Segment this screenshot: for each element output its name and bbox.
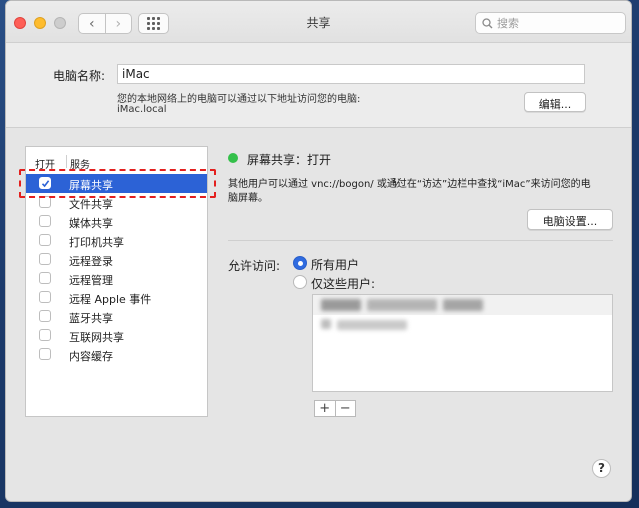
service-checkbox[interactable] [39, 310, 51, 322]
service-row[interactable]: 远程 Apple 事件 [26, 288, 207, 307]
help-button[interactable]: ? [592, 459, 611, 478]
local-address: iMac.local [117, 104, 167, 115]
service-row[interactable]: 媒体共享 [26, 212, 207, 231]
detail-divider [228, 240, 613, 241]
blurred-user-name [337, 320, 407, 330]
radio-all-users[interactable] [293, 256, 307, 270]
service-checkbox[interactable] [39, 234, 51, 246]
blurred-user-name [367, 299, 437, 311]
sharing-window: ‹ › 共享 搜索 电脑名称: iMac 您的本地网络上的电脑可以通过以下地址访… [5, 0, 632, 502]
column-header-open[interactable]: 打开 [35, 156, 55, 171]
service-row[interactable]: 内容缓存 [26, 345, 207, 364]
user-row[interactable] [313, 295, 612, 315]
access-info-line2: 脑屏幕。 [228, 193, 268, 204]
radio-only-these-users[interactable] [293, 275, 307, 289]
service-row[interactable]: 蓝牙共享 [26, 307, 207, 326]
blurred-user-avatar [321, 299, 361, 311]
service-label: 远程登录 [69, 255, 113, 268]
remove-user-button[interactable]: − [334, 401, 356, 416]
service-checkbox[interactable] [39, 348, 51, 360]
checkmark-icon [41, 179, 49, 187]
service-checkbox[interactable] [39, 177, 51, 189]
blurred-user-name [443, 299, 483, 311]
service-label: 互联网共享 [69, 331, 124, 344]
service-row[interactable]: 远程登录 [26, 250, 207, 269]
access-info-line1: 其他用户可以通过 vnc://bogon/ 或通过在“访达”边栏中查找“iMac… [228, 179, 591, 190]
allow-access-label: 允许访问: [228, 259, 281, 273]
service-row[interactable]: 远程管理 [26, 269, 207, 288]
service-status: 屏幕共享：打开 [247, 153, 332, 167]
service-label: 蓝牙共享 [69, 312, 113, 325]
service-label: 远程管理 [69, 274, 113, 287]
service-row[interactable]: 互联网共享 [26, 326, 207, 345]
add-remove-control: + − [314, 400, 356, 417]
computer-settings-button[interactable]: 电脑设置... [527, 209, 613, 230]
service-label: 远程 Apple 事件 [69, 293, 152, 306]
search-icon [482, 17, 493, 28]
status-indicator [228, 153, 238, 163]
add-user-button[interactable]: + [315, 401, 335, 416]
computer-name-label: 电脑名称: [53, 69, 106, 83]
service-label: 屏幕共享 [69, 179, 113, 192]
column-divider [66, 155, 67, 168]
column-header-service[interactable]: 服务 [70, 156, 90, 171]
service-row[interactable]: 屏幕共享 [26, 174, 207, 193]
service-list: 打开 服务 屏幕共享文件共享媒体共享打印机共享远程登录远程管理远程 Apple … [25, 146, 208, 417]
blurred-user-avatar [321, 319, 331, 329]
text-cursor-icon: ⅟ [392, 176, 399, 190]
radio-only-these-users-label[interactable]: 仅这些用户: [311, 275, 375, 292]
computer-name-input[interactable]: iMac [117, 64, 585, 84]
service-row[interactable]: 文件共享 [26, 193, 207, 212]
service-checkbox[interactable] [39, 291, 51, 303]
network-description: 您的本地网络上的电脑可以通过以下地址访问您的电脑: [117, 94, 361, 105]
service-label: 媒体共享 [69, 217, 113, 230]
service-label: 文件共享 [69, 198, 113, 211]
title-bar: ‹ › 共享 搜索 [6, 1, 631, 43]
service-checkbox[interactable] [39, 253, 51, 265]
user-row[interactable] [313, 315, 612, 335]
allowed-users-list[interactable] [312, 294, 613, 392]
service-checkbox[interactable] [39, 272, 51, 284]
service-checkbox[interactable] [39, 329, 51, 341]
radio-all-users-label[interactable]: 所有用户 [311, 256, 359, 273]
service-list-header: 打开 服务 [26, 147, 207, 174]
search-field[interactable]: 搜索 [475, 12, 626, 34]
service-row[interactable]: 打印机共享 [26, 231, 207, 250]
service-label: 打印机共享 [69, 236, 124, 249]
edit-button[interactable]: 编辑... [524, 92, 586, 112]
service-checkbox[interactable] [39, 215, 51, 227]
service-label: 内容缓存 [69, 350, 113, 363]
service-checkbox[interactable] [39, 196, 51, 208]
search-placeholder: 搜索 [497, 17, 519, 30]
